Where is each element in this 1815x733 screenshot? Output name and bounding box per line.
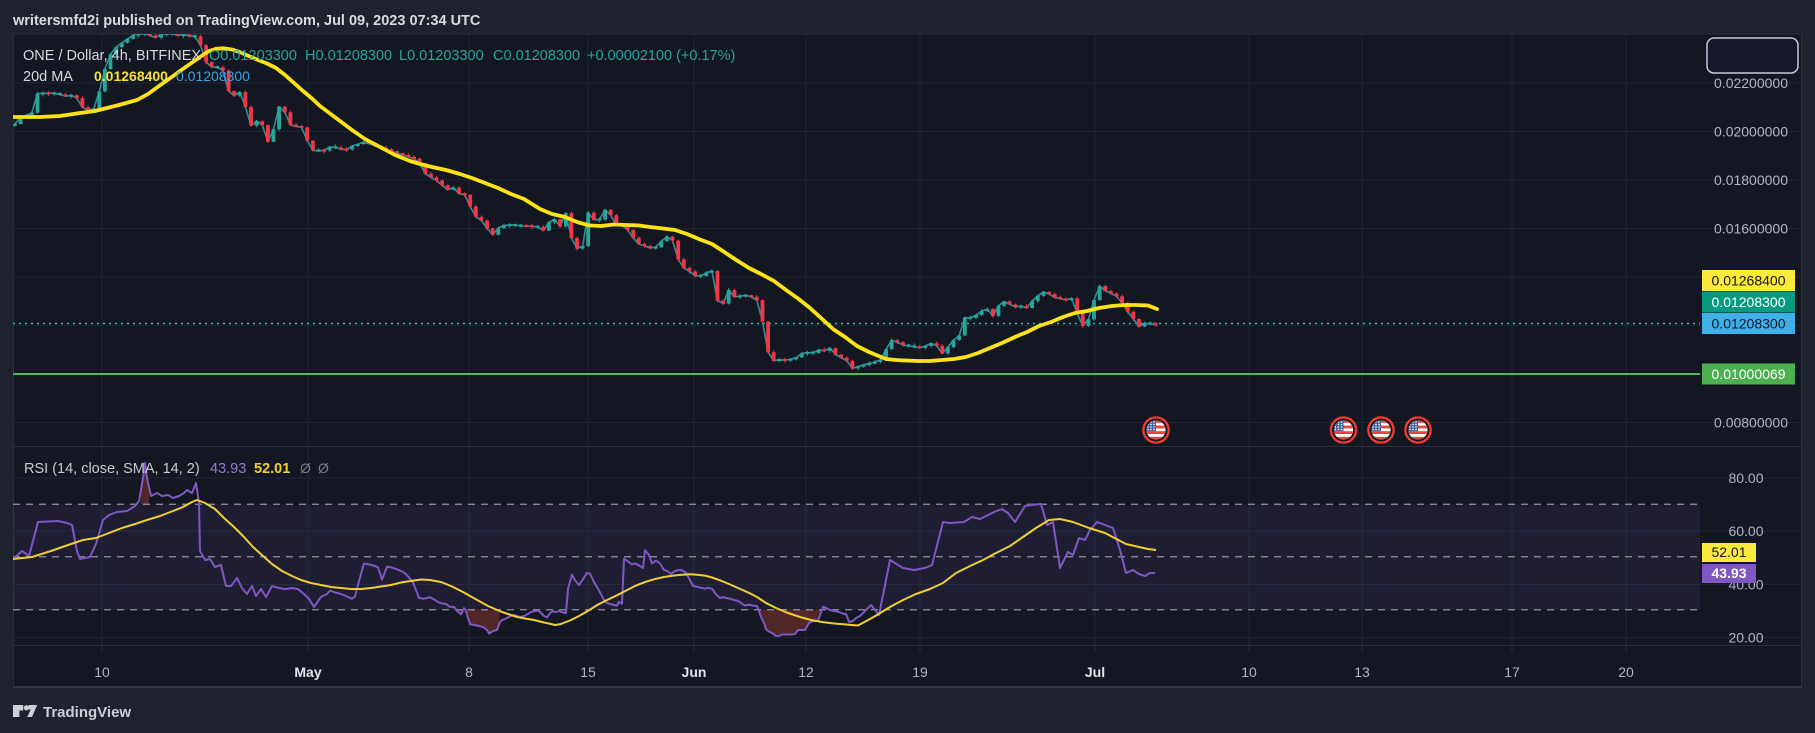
svg-text:0.00800000: 0.00800000 (1714, 415, 1788, 431)
svg-text:ONE / Dollar, 4h, BITFINEX: ONE / Dollar, 4h, BITFINEX (23, 48, 201, 64)
svg-text:60.00: 60.00 (1728, 523, 1763, 539)
svg-text:+0.00002100 (+0.17%): +0.00002100 (+0.17%) (587, 48, 735, 64)
svg-text:L0.01203300: L0.01203300 (399, 48, 484, 64)
svg-text:0.01208300: 0.01208300 (1712, 316, 1786, 332)
svg-text:Jun: Jun (682, 664, 707, 680)
svg-text:Jul: Jul (1085, 664, 1105, 680)
svg-text:10: 10 (1241, 664, 1257, 680)
svg-text:13: 13 (1354, 664, 1370, 680)
svg-text:52.01: 52.01 (254, 461, 290, 477)
svg-text:0.01208300: 0.01208300 (176, 68, 250, 84)
svg-text:0.01268400: 0.01268400 (1712, 273, 1786, 289)
svg-text:C0.01208300: C0.01208300 (493, 48, 580, 64)
svg-text:20: 20 (1618, 664, 1634, 680)
svg-text:8: 8 (465, 664, 473, 680)
svg-text:12: 12 (798, 664, 814, 680)
svg-text:TradingView: TradingView (43, 704, 131, 721)
svg-text:0.01800000: 0.01800000 (1714, 172, 1788, 188)
svg-text:0.01268400: 0.01268400 (94, 68, 168, 84)
svg-text:0.02000000: 0.02000000 (1714, 124, 1788, 140)
svg-text:0.01208300: 0.01208300 (1712, 294, 1786, 310)
svg-text:0.01000069: 0.01000069 (1712, 366, 1786, 382)
svg-text:RSI (14, close, SMA, 14, 2): RSI (14, close, SMA, 14, 2) (24, 461, 200, 477)
svg-text:80.00: 80.00 (1728, 470, 1763, 486)
svg-text:20d MA: 20d MA (23, 69, 73, 85)
svg-text:17: 17 (1504, 664, 1520, 680)
svg-text:15: 15 (580, 664, 596, 680)
svg-text:43.93: 43.93 (210, 461, 246, 477)
svg-text:19: 19 (912, 664, 928, 680)
svg-text:20.00: 20.00 (1728, 630, 1763, 646)
svg-text:52.01: 52.01 (1711, 544, 1746, 560)
svg-text:Ø: Ø (318, 460, 329, 476)
svg-text:May: May (294, 664, 321, 680)
svg-text:H0.01208300: H0.01208300 (305, 48, 392, 64)
svg-text:Ø: Ø (300, 460, 311, 476)
svg-text:0.02200000: 0.02200000 (1714, 75, 1788, 91)
svg-text:43.93: 43.93 (1711, 565, 1746, 581)
svg-text:O0.01203300: O0.01203300 (209, 48, 297, 64)
svg-text:0.01600000: 0.01600000 (1714, 221, 1788, 237)
svg-text:10: 10 (94, 664, 110, 680)
svg-text:writersmfd2i published on Trad: writersmfd2i published on TradingView.co… (12, 13, 481, 29)
